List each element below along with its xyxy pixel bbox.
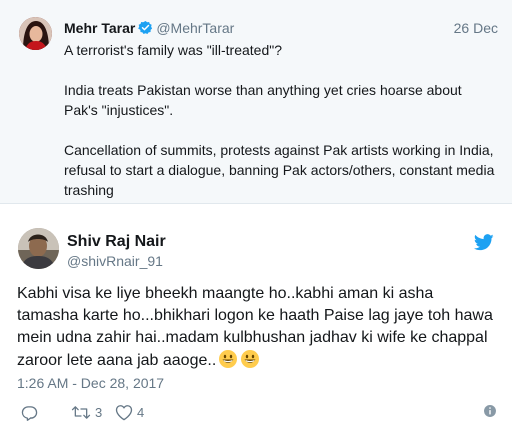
like-button[interactable]: 4 xyxy=(115,404,144,421)
avatar[interactable] xyxy=(19,17,52,50)
author-name[interactable]: Mehr Tarar xyxy=(64,20,135,36)
tweet-paragraph: India treats Pakistan worse than anythin… xyxy=(64,82,462,118)
retweet-button[interactable]: 3 xyxy=(71,404,102,421)
avatar[interactable] xyxy=(18,228,59,269)
reply-button[interactable] xyxy=(21,404,38,421)
parent-tweet[interactable]: Mehr Tarar @MehrTarar 26 Dec A terrorist'… xyxy=(0,0,512,204)
author-handle[interactable]: @shivRnair_91 xyxy=(67,253,163,269)
avatar-photo xyxy=(18,228,59,269)
tweet-timestamp[interactable]: 1:26 AM - Dec 28, 2017 xyxy=(17,375,164,391)
heart-icon xyxy=(115,405,133,421)
info-icon xyxy=(484,405,496,417)
tweet-text: Kabhi visa ke liye bheekh maangte ho..ka… xyxy=(17,283,497,376)
more-info-button[interactable] xyxy=(483,404,497,418)
verified-badge-icon xyxy=(138,20,153,38)
like-count: 4 xyxy=(137,405,145,420)
tweet-date[interactable]: 26 Dec xyxy=(454,20,498,36)
retweet-icon xyxy=(71,406,91,419)
tweet-paragraph: Cancellation of summits, protests agains… xyxy=(64,142,495,198)
author-name[interactable]: Shiv Raj Nair xyxy=(67,233,166,251)
grinning-face-icon xyxy=(240,349,260,376)
grinning-face-icon xyxy=(218,349,238,376)
author-handle[interactable]: @MehrTarar xyxy=(156,20,234,36)
retweet-count: 3 xyxy=(95,405,103,420)
reply-icon xyxy=(21,406,38,421)
twitter-bird-icon[interactable] xyxy=(473,234,494,256)
parent-tweet-header: Mehr Tarar @MehrTarar 26 Dec xyxy=(64,20,498,40)
tweet-actions: 3 4 xyxy=(17,404,497,424)
tweet-paragraph: A terrorist's family was "ill-treated"? xyxy=(64,42,283,58)
main-tweet: Shiv Raj Nair @shivRnair_91 Kabhi visa k… xyxy=(0,205,512,433)
avatar-photo xyxy=(19,17,52,50)
parent-tweet-text: A terrorist's family was "ill-treated"? … xyxy=(64,40,498,200)
